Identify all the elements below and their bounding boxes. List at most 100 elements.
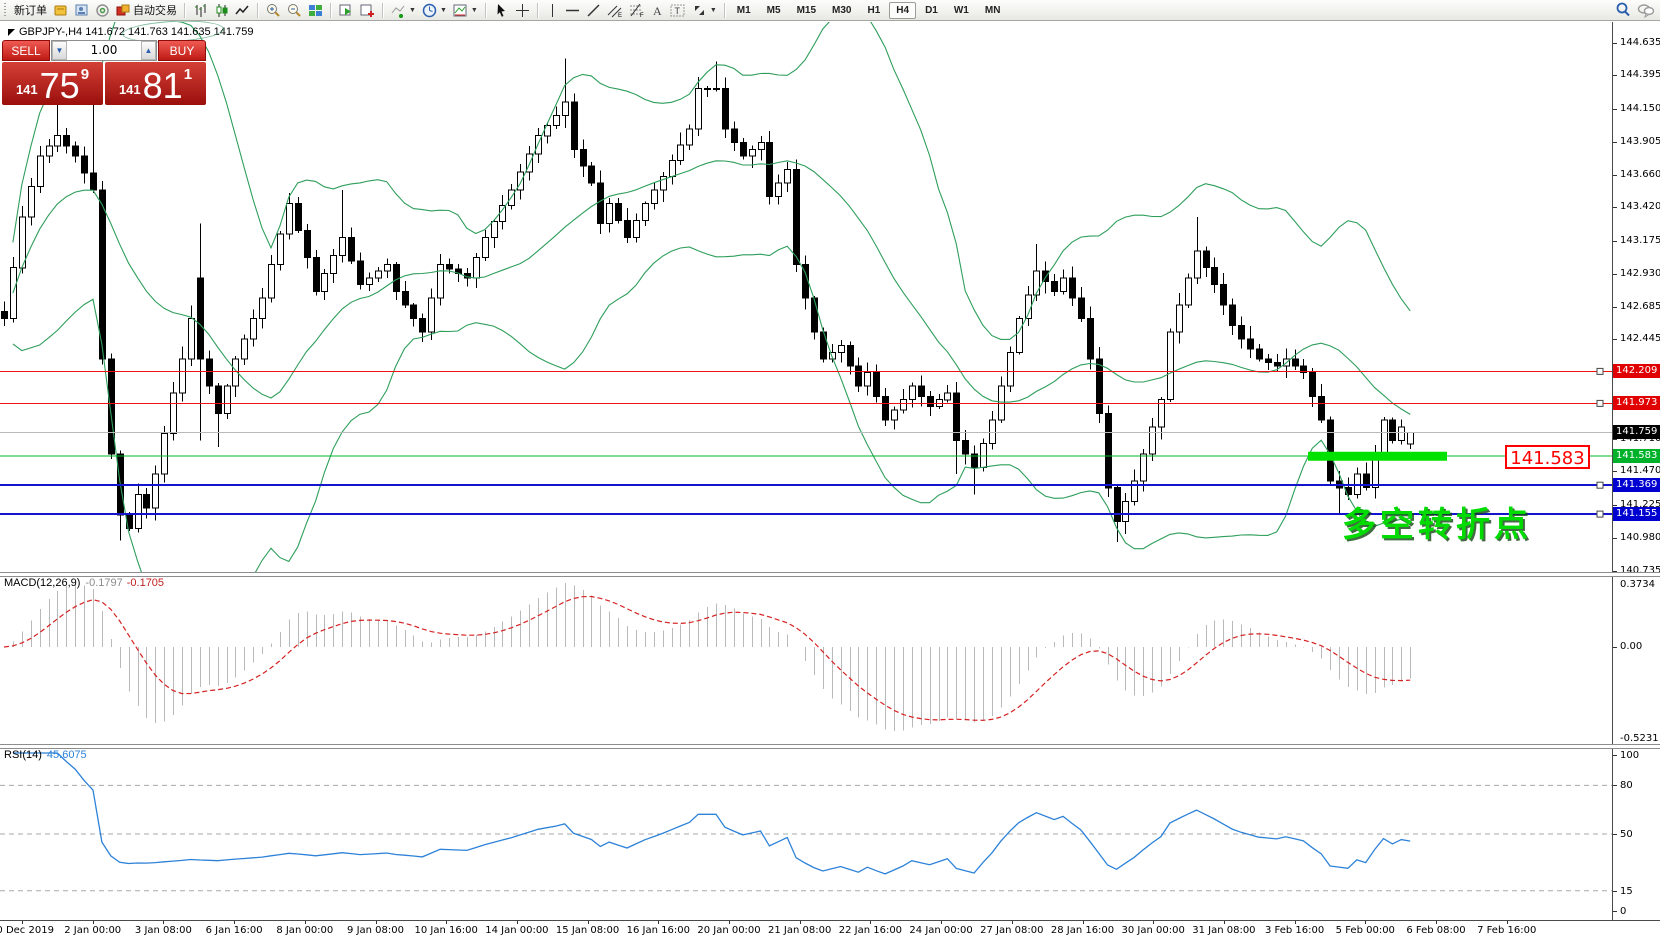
horizontal-line-button[interactable] [562,1,583,19]
rsi-pane[interactable] [0,747,1612,920]
time-tick [1224,921,1225,924]
price-tick-label: 143.420 [1620,201,1660,212]
bollinger-lower-line [13,246,1410,572]
price-tick-label: 144.635 [1620,37,1660,48]
time-label: 30 Dec 2019 [0,925,54,936]
chart-play-icon [339,3,354,18]
volume-decrease-button[interactable]: ▼ [52,41,67,60]
timeframe-D1[interactable]: D1 [918,2,945,19]
indicators-button[interactable]: ▼ [388,1,419,19]
zoom-out-icon [287,3,302,18]
channel-button[interactable]: E [604,1,626,19]
zoom-out-button[interactable] [284,1,305,19]
pane-separator[interactable] [0,572,1660,577]
pane-separator[interactable] [0,744,1660,749]
bar-chart-button[interactable] [190,1,211,19]
price-tick-label: 142.930 [1620,268,1660,279]
arrows-button[interactable]: ▼ [689,1,720,19]
buy-price-display[interactable]: 141811 [105,62,206,105]
zoom-in-icon [266,3,281,18]
candlestick-chart-button[interactable] [211,1,232,19]
time-axis-border [0,920,1660,921]
line-handle-142.209[interactable] [1597,368,1603,374]
templates-button[interactable]: ▼ [450,1,481,19]
time-axis[interactable]: 30 Dec 20192 Jan 00:003 Jan 08:006 Jan 1… [0,921,1612,940]
line-handle-141.973[interactable] [1597,400,1603,406]
price-badge-142.209: 142.209 [1613,364,1660,378]
macd-pane[interactable] [0,575,1612,744]
timeframe-M5[interactable]: M5 [760,2,788,19]
price-badge-141.155: 141.155 [1613,507,1660,521]
macd-signal-value: -0.1705 [127,577,164,589]
one-click-trading-panel: SELL ▼ 1.00 ▲ BUY 141759 141811 [2,40,206,105]
chart-add-icon [360,3,375,18]
price-tick [1613,207,1617,208]
turning-point-note[interactable]: 多空转折点 [1342,497,1532,546]
price-level-label[interactable]: 141.583 [1505,445,1590,469]
fibonacci-button[interactable]: F [626,1,648,19]
dropdown-caret-icon: ▼ [409,7,416,14]
price-axis[interactable]: 144.635144.395144.150143.905143.660143.4… [1613,22,1660,920]
price-tick-label: 142.685 [1620,301,1660,312]
time-tick [517,921,518,924]
rsi-header: RSI(14)45.6075 [4,749,87,761]
mt4-terminal: { "toolbar":{ "new_order_label":"新订单", "… [0,0,1660,940]
time-tick [941,921,942,924]
toolbar-grip[interactable] [3,3,8,18]
sell-price-pip: 9 [81,66,89,83]
sell-button[interactable]: SELL [2,40,50,61]
chat-button[interactable] [1634,1,1658,19]
autotrading-button[interactable]: 自动交易 [113,1,180,19]
timeframe-M15[interactable]: M15 [790,2,823,19]
line-handle-141.369[interactable] [1597,482,1603,488]
timeframe-MN[interactable]: MN [978,2,1008,19]
timeframe-W1[interactable]: W1 [947,2,976,19]
journal-button[interactable] [50,1,71,19]
macd-header: MACD(12,26,9)-0.1797-0.1705 [4,577,164,589]
time-label: 10 Jan 16:00 [415,925,478,936]
buy-button[interactable]: BUY [158,40,206,61]
new-chart-button[interactable] [357,1,378,19]
dropdown-caret-icon: ▼ [471,7,478,14]
search-button[interactable] [1612,1,1634,19]
time-tick [22,921,23,924]
line-handle-141.155[interactable] [1597,511,1603,517]
text-label-button[interactable]: T [667,1,689,19]
cursor-button[interactable] [491,1,512,19]
timeframe-H4[interactable]: H4 [889,2,916,19]
time-label: 8 Jan 00:00 [276,925,333,936]
zoom-in-button[interactable] [263,1,284,19]
price-chart-pane[interactable] [0,22,1612,572]
time-label: 30 Jan 00:00 [1122,925,1185,936]
timeframe-M1[interactable]: M1 [730,2,758,19]
chat-icon [1637,2,1655,18]
time-label: 14 Jan 00:00 [485,925,548,936]
time-label: 3 Jan 08:00 [135,925,192,936]
toolbar-separator [485,3,487,18]
community-button[interactable] [92,1,113,19]
timeframe-group: M1M5M15M30H1H4D1W1MN [730,2,1008,19]
volume-increase-button[interactable]: ▲ [141,41,156,60]
timeframe-H1[interactable]: H1 [860,2,887,19]
vertical-line-button[interactable] [543,1,562,19]
autotrading-label: 自动交易 [133,2,177,18]
time-tick [163,921,164,924]
bar-chart-icon [193,3,208,18]
volume-input[interactable]: 1.00 [67,41,141,60]
community-icon [95,3,110,18]
crosshair-button[interactable] [512,1,533,19]
macd-axis-min: -0.5231 [1620,733,1659,744]
timeframe-M30[interactable]: M30 [825,2,858,19]
line-chart-button[interactable] [232,1,253,19]
text-button[interactable]: A [648,1,667,19]
tile-windows-button[interactable] [305,1,326,19]
price-tick [1613,75,1617,76]
new-order-button[interactable]: 新订单 [11,1,50,19]
trendline-button[interactable] [583,1,604,19]
accounts-button[interactable] [71,1,92,19]
periods-button[interactable]: ▼ [419,1,450,19]
svg-text:F: F [640,13,644,18]
strategy-tester-button[interactable] [336,1,357,19]
rsi-value: 45.6075 [47,749,87,761]
sell-price-display[interactable]: 141759 [2,62,103,105]
